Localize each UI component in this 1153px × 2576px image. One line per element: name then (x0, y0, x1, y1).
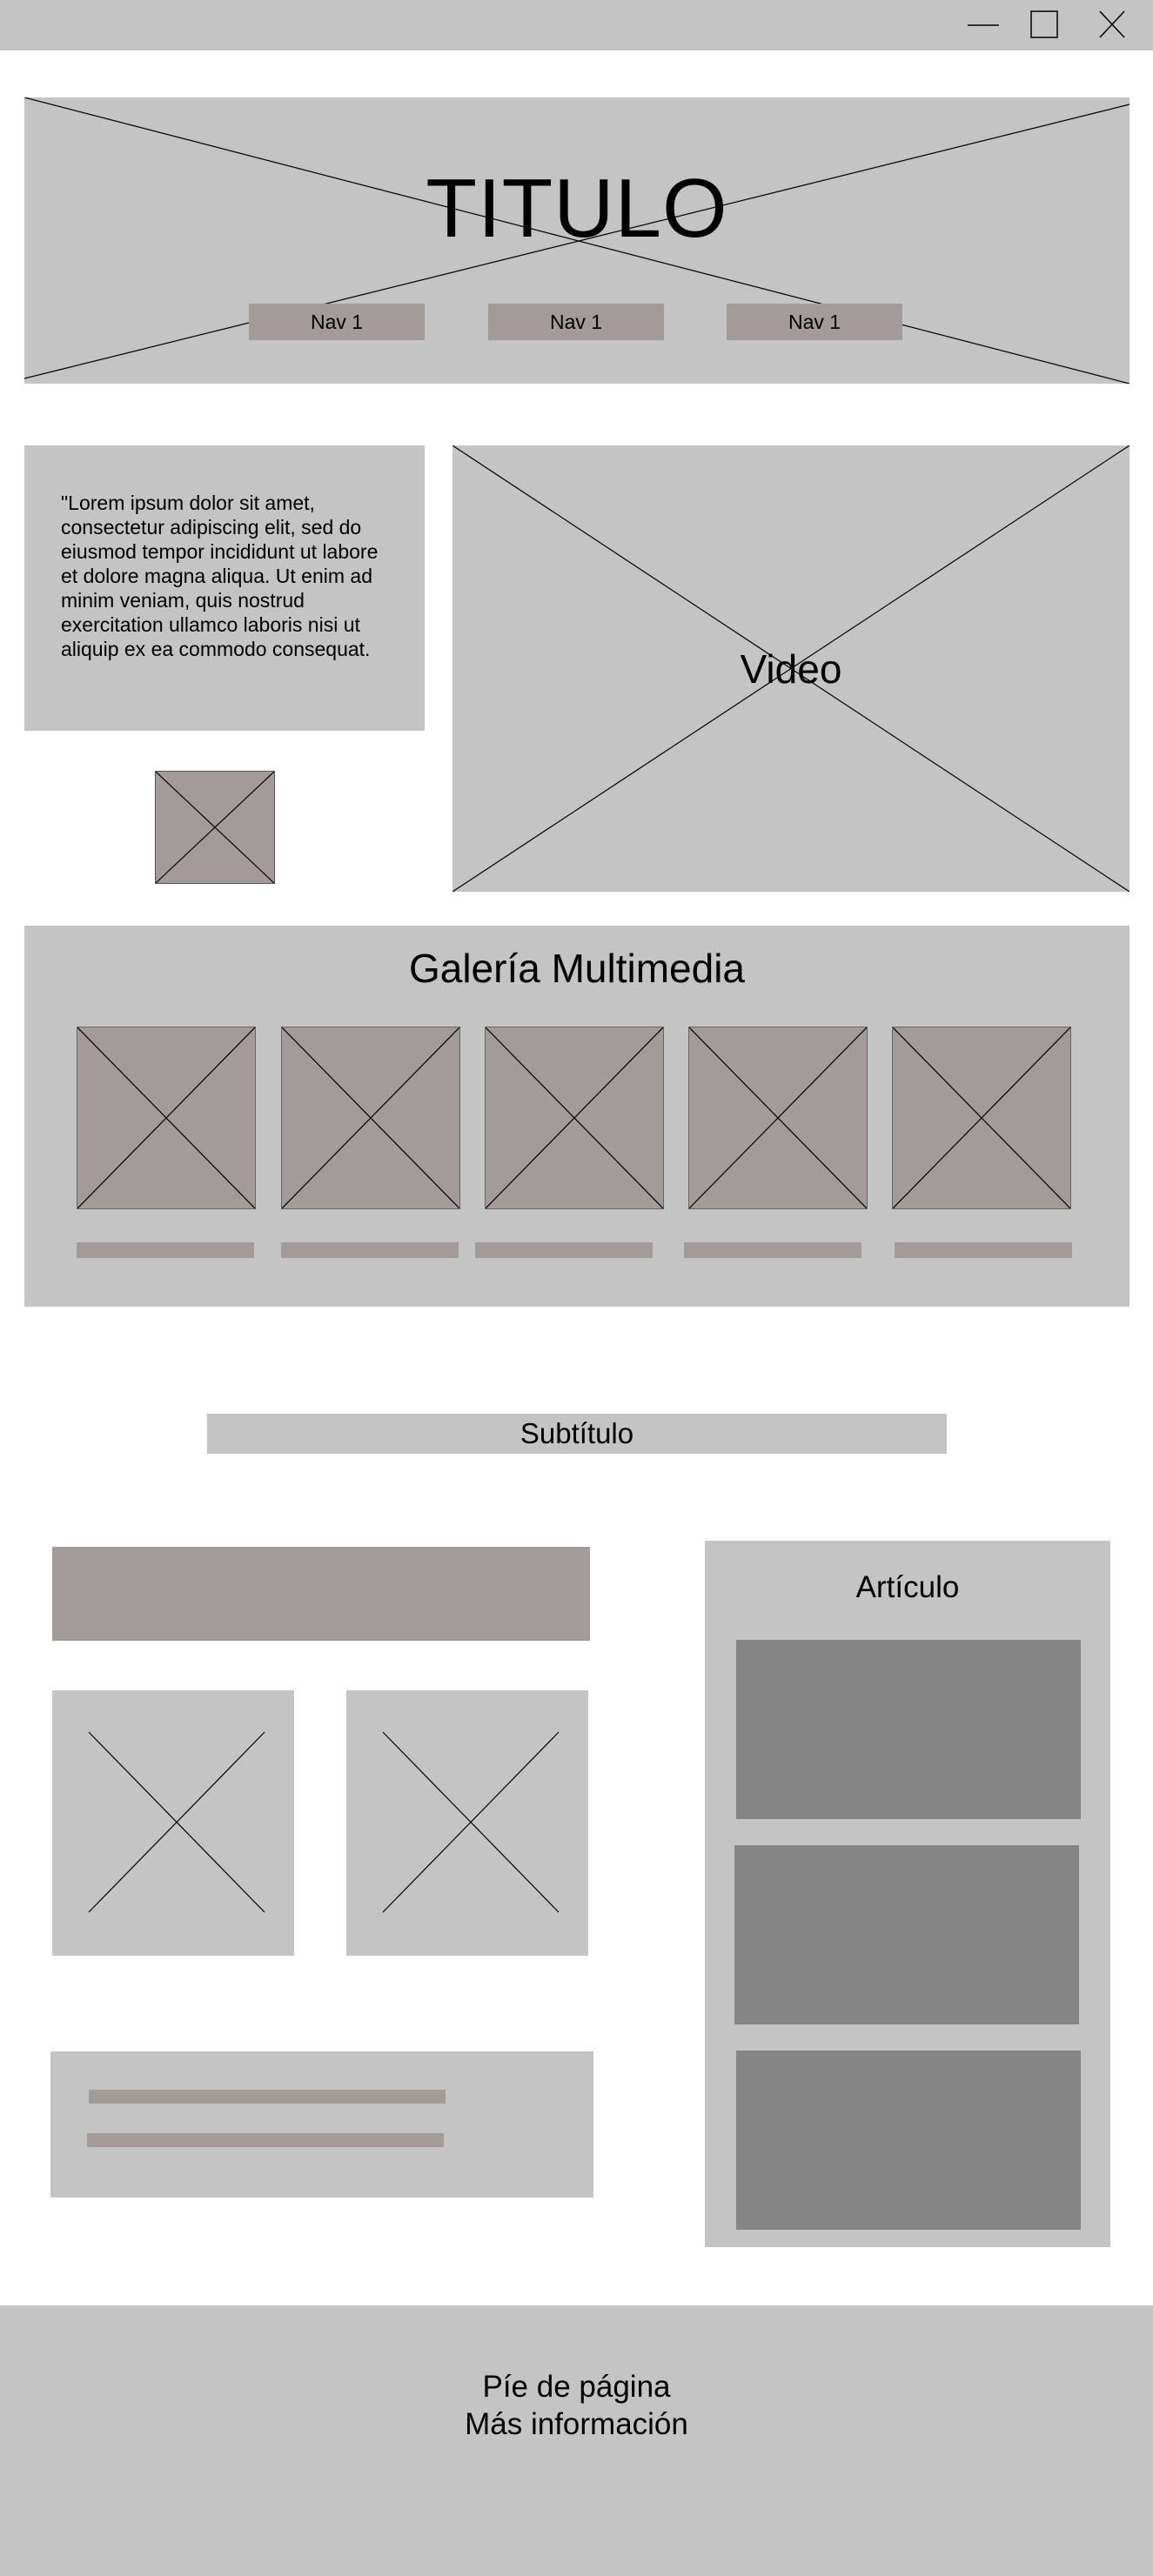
footer-title: Píe de página (482, 2370, 671, 2404)
placeholder-cross-icon (486, 1027, 663, 1208)
placeholder-cross-icon (382, 1731, 560, 1913)
gallery-image[interactable] (688, 1027, 868, 1209)
header-banner: TITULO Nav 1 Nav 1 Nav 1 (24, 97, 1130, 384)
gallery-image[interactable] (485, 1027, 664, 1209)
window-titlebar (0, 0, 1153, 50)
close-icon[interactable] (1093, 7, 1131, 43)
text-line-placeholder (89, 2090, 446, 2104)
content-image-1[interactable] (52, 1690, 294, 1956)
small-image-placeholder (155, 771, 275, 884)
section-subtitle: Subtítulo (207, 1414, 947, 1454)
media-gallery: Galería Multimedia (24, 926, 1130, 1307)
content-banner-placeholder (52, 1547, 590, 1641)
video-label: Video (740, 646, 842, 692)
text-card (50, 2051, 593, 2198)
gallery-caption (684, 1242, 861, 1258)
gallery-image[interactable] (281, 1027, 460, 1209)
intro-text-block: "Lorem ipsum dolor sit amet, consectetur… (24, 445, 425, 731)
placeholder-cross-icon (77, 1027, 255, 1208)
placeholder-cross-icon (156, 772, 274, 883)
gallery-caption (895, 1242, 1072, 1258)
gallery-caption (77, 1242, 254, 1258)
placeholder-cross-icon (88, 1731, 265, 1913)
article-block[interactable] (734, 1845, 1079, 2024)
nav-item-3[interactable]: Nav 1 (727, 304, 902, 340)
gallery-image[interactable] (77, 1027, 256, 1209)
gallery-image[interactable] (892, 1027, 1071, 1209)
video-player[interactable]: Video (452, 445, 1130, 892)
gallery-caption (281, 1242, 459, 1258)
gallery-title: Galería Multimedia (408, 946, 746, 991)
maximize-icon[interactable] (1025, 7, 1063, 43)
placeholder-cross-icon (893, 1027, 1070, 1208)
article-title: Artículo (855, 1570, 960, 1604)
text-line-placeholder (87, 2133, 444, 2147)
content-image-2[interactable] (346, 1690, 588, 1956)
article-block[interactable] (736, 1640, 1081, 1819)
intro-paragraph: "Lorem ipsum dolor sit amet, consectetur… (61, 492, 379, 660)
nav-item-2[interactable]: Nav 1 (488, 304, 664, 340)
article-panel: Artículo (705, 1541, 1110, 2247)
footer-more-info-link[interactable]: Más información (0, 2405, 1153, 2443)
page-title: TITULO (426, 162, 728, 255)
placeholder-cross-icon (282, 1027, 459, 1208)
article-block[interactable] (736, 2051, 1081, 2230)
placeholder-cross-icon (689, 1027, 867, 1208)
minimize-icon[interactable] (964, 7, 1002, 43)
page-footer: Píe de página Más información (0, 2305, 1153, 2576)
nav-item-1[interactable]: Nav 1 (249, 304, 425, 340)
gallery-caption (475, 1242, 653, 1258)
